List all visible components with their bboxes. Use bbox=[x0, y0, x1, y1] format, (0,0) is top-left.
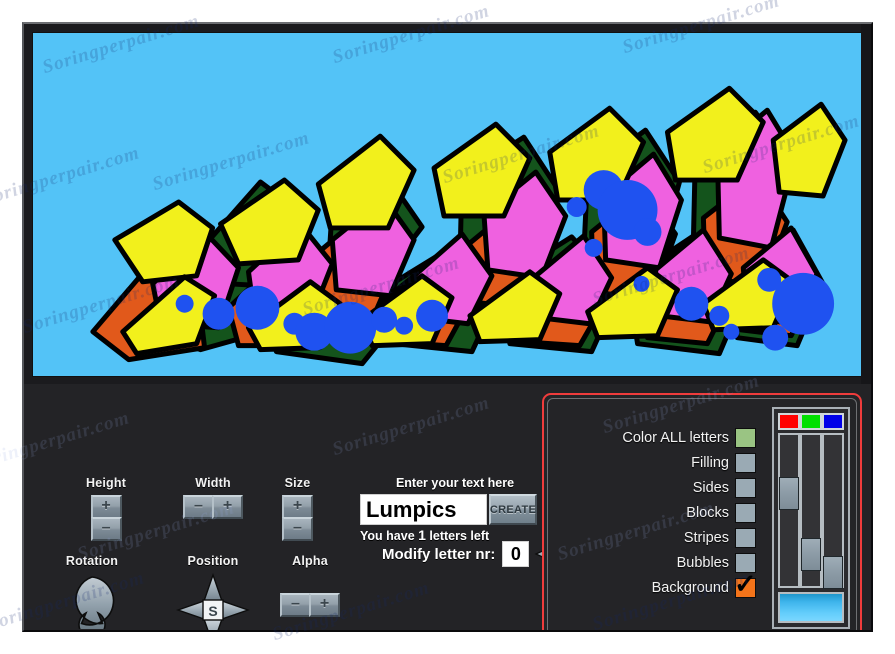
red-slider-track[interactable] bbox=[778, 433, 800, 588]
background-checkbox[interactable]: ✓ bbox=[734, 571, 757, 598]
page-root: Height + – Width – + Size + – Rotation P… bbox=[0, 0, 895, 654]
width-decrease-button[interactable]: – bbox=[183, 495, 214, 519]
alpha-increase-button[interactable]: + bbox=[309, 593, 340, 617]
minus-icon: – bbox=[293, 519, 302, 536]
dpad-down-arrow bbox=[203, 618, 223, 630]
width-increase-button[interactable]: + bbox=[212, 495, 243, 519]
color-target-label: Sides bbox=[692, 480, 729, 496]
plus-icon: + bbox=[292, 497, 303, 514]
height-label: Height bbox=[86, 476, 127, 490]
color-target-label: Background bbox=[651, 580, 729, 596]
canvas-right-shade bbox=[861, 24, 871, 389]
color-target-label: Color ALL letters bbox=[622, 430, 729, 446]
color-target-list: Color ALL letters Filling Sides Blocks S… bbox=[582, 427, 757, 602]
modify-letter-label: Modify letter nr: bbox=[382, 545, 496, 563]
dpad-left-arrow bbox=[176, 600, 205, 620]
graffiti-artwork bbox=[33, 33, 863, 376]
dpad-icon: S bbox=[176, 573, 250, 630]
blue-slider-track[interactable] bbox=[822, 433, 844, 589]
red-slider-thumb[interactable] bbox=[779, 477, 799, 511]
graffiti-text-input[interactable] bbox=[360, 494, 487, 525]
graffiti-creator-window: Height + – Width – + Size + – Rotation P… bbox=[22, 22, 873, 632]
color-target-background[interactable]: Background ✓ bbox=[582, 571, 757, 599]
width-keypad: – + bbox=[183, 495, 243, 519]
alpha-label: Alpha bbox=[292, 554, 328, 568]
text-tool: Enter your text here CREATE You have 1 l… bbox=[360, 476, 550, 543]
width-control: Width – + bbox=[183, 476, 243, 519]
sides-checkbox[interactable] bbox=[735, 478, 756, 498]
blocks-checkbox[interactable] bbox=[735, 503, 756, 523]
stripes-checkbox[interactable] bbox=[735, 528, 756, 548]
minus-icon: – bbox=[194, 497, 203, 514]
rotation-knob[interactable] bbox=[64, 573, 120, 629]
alpha-keypad: – + bbox=[280, 593, 340, 617]
color-target-stripes[interactable]: Stripes bbox=[582, 527, 756, 549]
plus-icon: + bbox=[319, 595, 330, 612]
blue-slider-thumb[interactable] bbox=[823, 555, 843, 589]
text-input-row: CREATE bbox=[360, 494, 550, 525]
green-channel-button[interactable] bbox=[800, 413, 822, 430]
minus-icon: – bbox=[291, 595, 300, 612]
color-target-blocks[interactable]: Blocks bbox=[582, 502, 756, 524]
color-target-label: Blocks bbox=[686, 505, 729, 521]
size-decrease-button[interactable]: – bbox=[282, 517, 313, 541]
red-channel-button[interactable] bbox=[778, 413, 800, 430]
dpad-right-arrow bbox=[221, 600, 250, 620]
color-all-letters-checkbox[interactable] bbox=[735, 428, 756, 448]
position-control: Position S bbox=[176, 554, 250, 630]
color-panel: Color ALL letters Filling Sides Blocks S… bbox=[542, 393, 862, 630]
height-decrease-button[interactable]: – bbox=[90, 517, 122, 541]
position-dpad[interactable]: S bbox=[176, 573, 250, 630]
color-target-filling[interactable]: Filling bbox=[582, 452, 756, 474]
plus-icon: + bbox=[222, 497, 233, 514]
filling-checkbox[interactable] bbox=[735, 453, 756, 473]
size-increase-button[interactable]: + bbox=[282, 495, 313, 519]
color-target-sides[interactable]: Sides bbox=[582, 477, 756, 499]
rotation-label: Rotation bbox=[65, 554, 119, 568]
color-target-label: Filling bbox=[691, 455, 729, 471]
green-slider-track[interactable] bbox=[800, 433, 822, 588]
green-slider-thumb[interactable] bbox=[801, 537, 821, 571]
graffiti-canvas[interactable] bbox=[32, 32, 864, 377]
height-increase-button[interactable]: + bbox=[90, 495, 122, 519]
rgb-channel-buttons bbox=[778, 413, 844, 430]
minus-icon: – bbox=[101, 519, 111, 536]
color-target-label: Stripes bbox=[683, 530, 729, 546]
bubbles-checkbox[interactable] bbox=[735, 553, 756, 573]
size-keypad: + – bbox=[282, 495, 313, 541]
height-control: Height + – bbox=[86, 476, 126, 541]
rgb-slider-tracks bbox=[778, 433, 844, 589]
enter-text-label: Enter your text here bbox=[395, 476, 515, 490]
checkmark-icon: ✓ bbox=[734, 569, 757, 599]
color-preview-swatch bbox=[778, 592, 844, 623]
size-label: Size bbox=[284, 476, 311, 490]
rgb-slider-rack bbox=[772, 407, 850, 629]
alpha-control: Alpha – + bbox=[280, 554, 340, 617]
width-label: Width bbox=[195, 476, 231, 490]
rotation-control: Rotation bbox=[64, 554, 120, 629]
size-control: Size + – bbox=[282, 476, 313, 541]
color-target-color-all-letters[interactable]: Color ALL letters bbox=[582, 427, 756, 449]
rotation-knob-icon bbox=[75, 576, 115, 629]
plus-icon: + bbox=[101, 497, 111, 514]
color-target-label: Bubbles bbox=[676, 555, 729, 571]
blue-channel-button[interactable] bbox=[822, 413, 844, 430]
height-keypad: + – bbox=[90, 495, 122, 541]
alpha-decrease-button[interactable]: – bbox=[280, 593, 311, 617]
controls-area: Height + – Width – + Size + – Rotation P… bbox=[24, 384, 871, 630]
modify-letter-value[interactable]: 0 bbox=[502, 541, 530, 567]
dpad-center-glyph: S bbox=[208, 603, 217, 619]
position-label: Position bbox=[187, 554, 239, 568]
create-button[interactable]: CREATE bbox=[489, 494, 537, 525]
color-target-bubbles[interactable]: Bubbles bbox=[582, 552, 756, 574]
dpad-up-arrow bbox=[203, 573, 223, 602]
